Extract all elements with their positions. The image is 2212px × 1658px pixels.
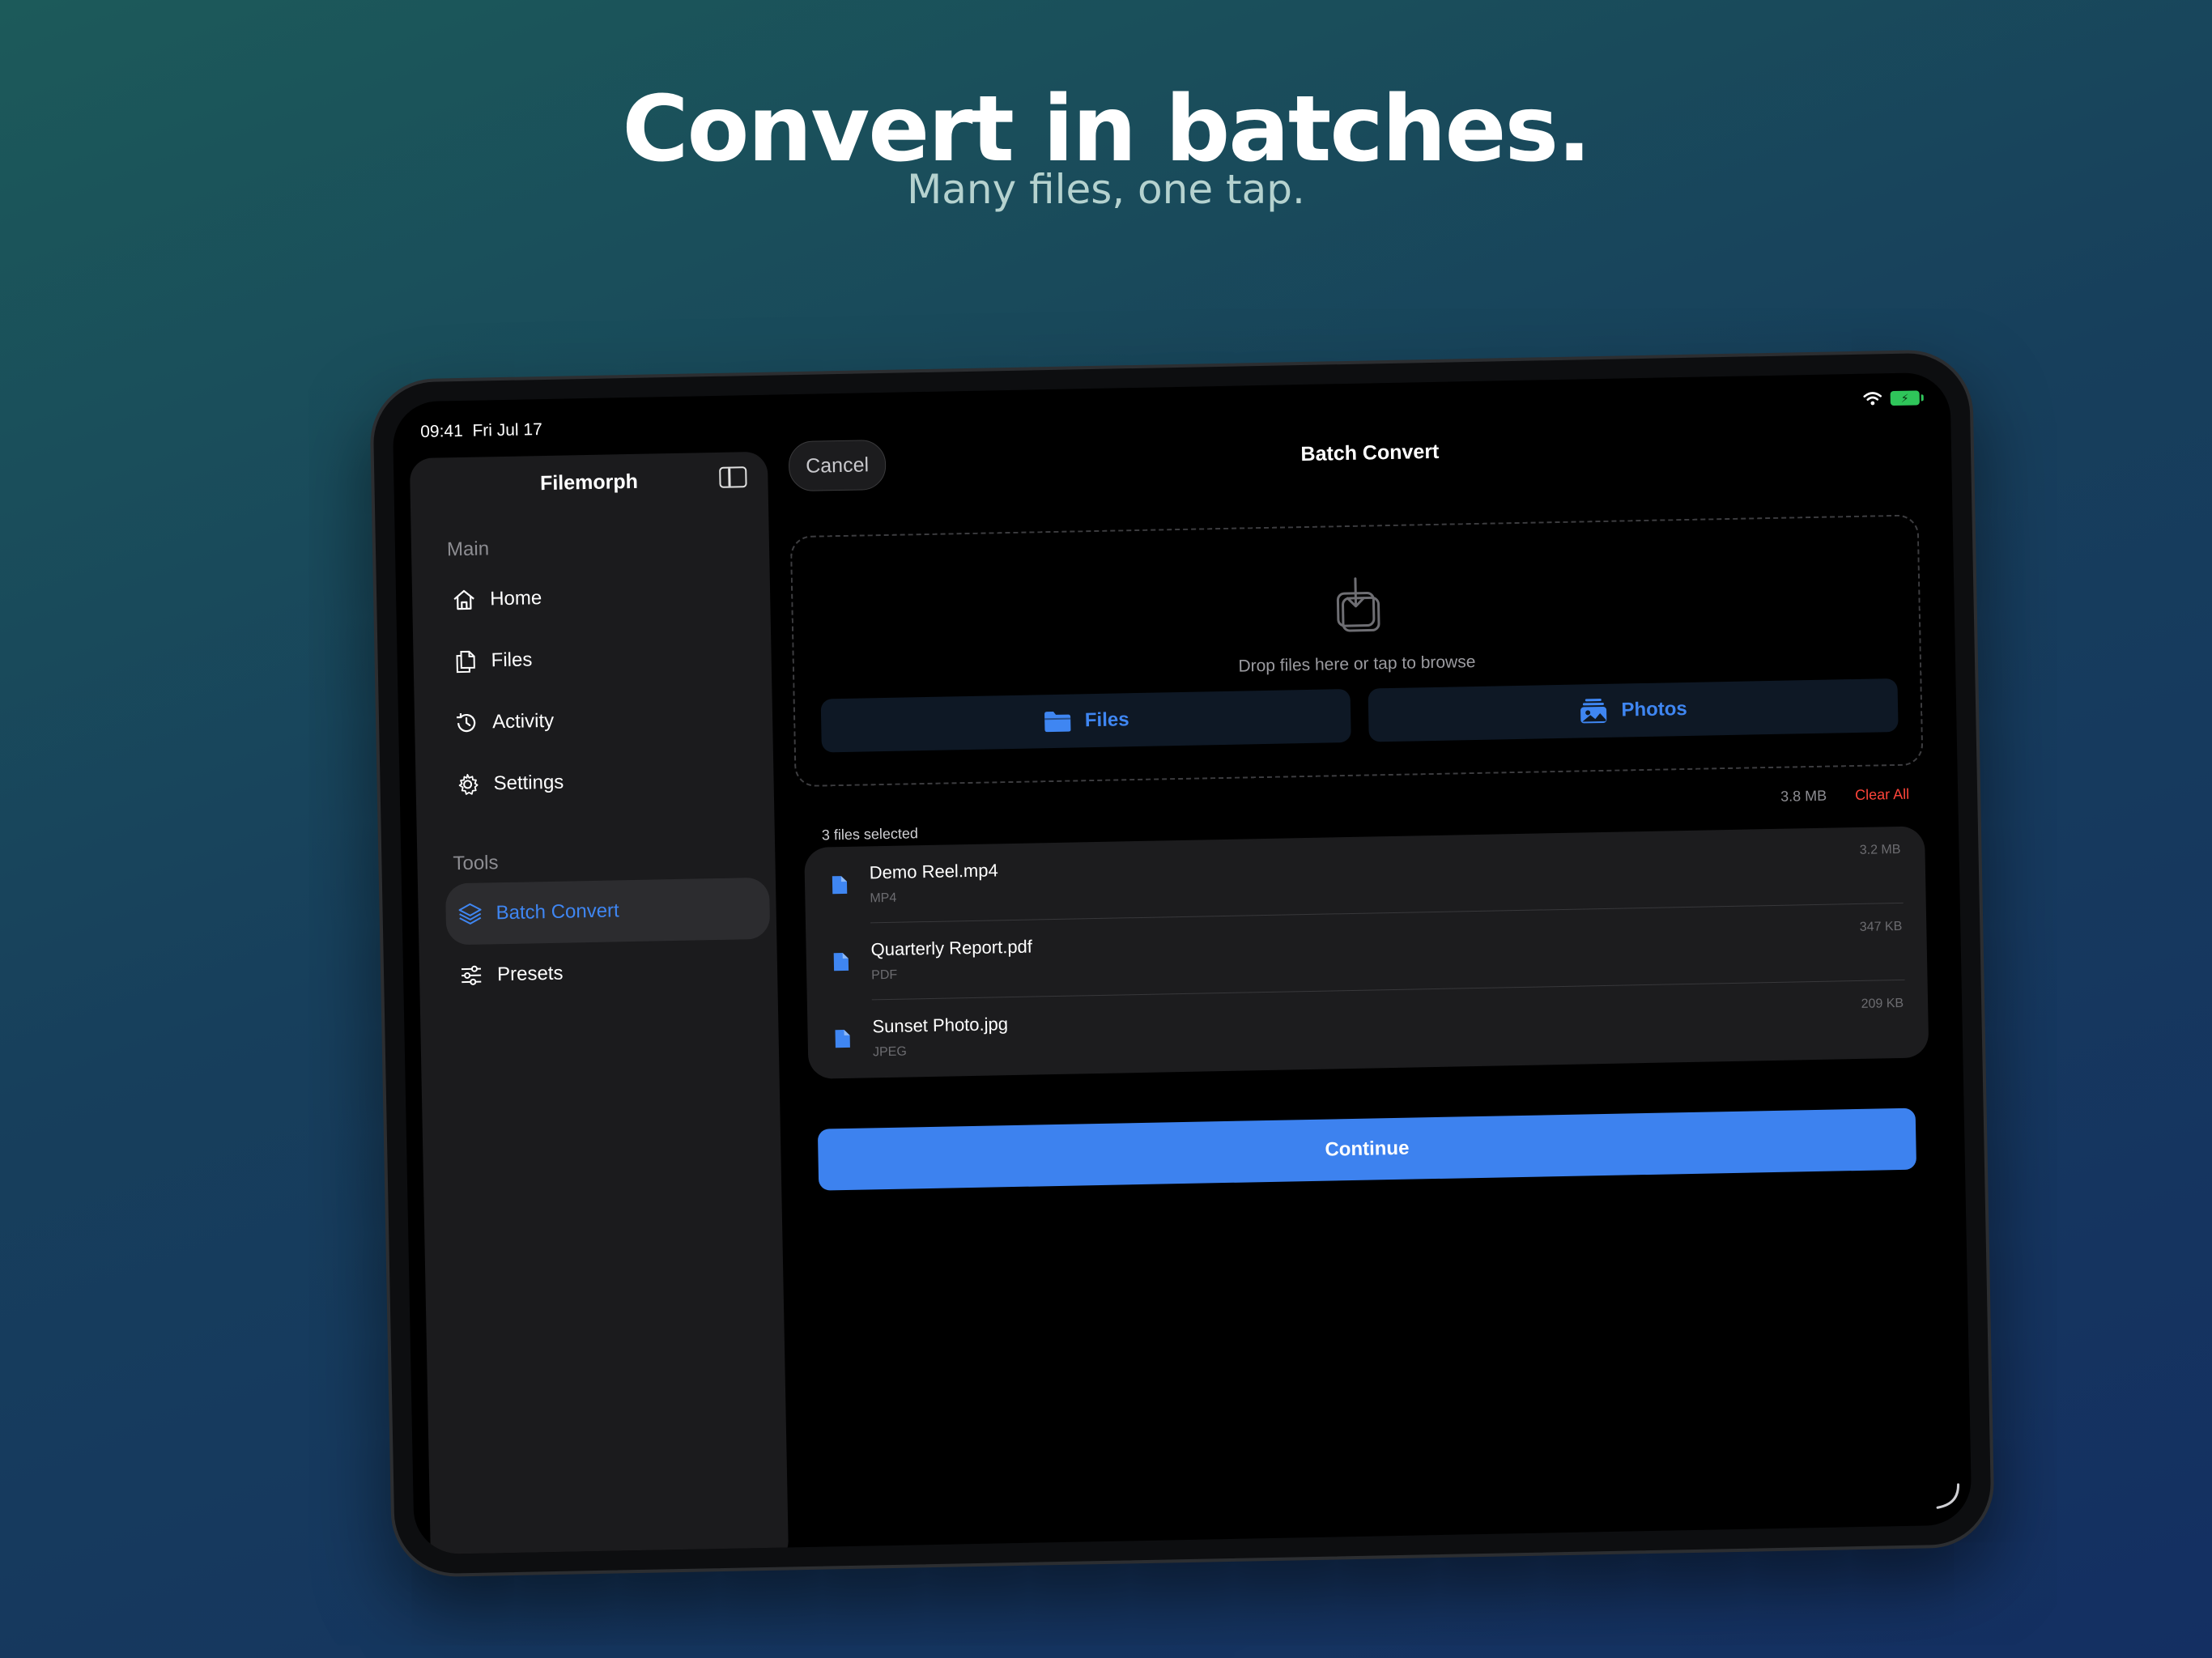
file-list: Demo Reel.mp4 MP4 3.2 MB Quarterly Repor…	[804, 826, 1929, 1079]
sidebar-title: Filemorph	[539, 470, 639, 495]
document-icon	[833, 953, 849, 971]
photos-button-label: Photos	[1621, 697, 1687, 721]
clock-history-icon	[452, 708, 482, 738]
sidebar-item-settings[interactable]: Settings	[443, 748, 768, 816]
sidebar-item-label: Presets	[496, 962, 564, 986]
files-source-button[interactable]: Files	[820, 688, 1351, 753]
clear-all-button[interactable]: Clear All	[1855, 786, 1909, 804]
status-bar-time: 09:41 Fri Jul 17	[420, 420, 542, 442]
sidebar-item-label: Activity	[491, 709, 555, 733]
file-type: JPEG	[872, 1044, 907, 1060]
sidebar-item-label: Home	[489, 587, 542, 610]
device-screen: 09:41 Fri Jul 17 ⚡ Filemorph Main Home F…	[392, 372, 1972, 1555]
selected-count: 3 files selected	[821, 825, 919, 844]
sidebar-item-presets[interactable]: Presets	[446, 939, 771, 1007]
marketing-subheadline: Many files, one tap.	[907, 166, 1305, 213]
sidebar-section-main: Main	[446, 538, 490, 561]
file-size: 3.2 MB	[1859, 842, 1901, 857]
documents-icon	[450, 647, 480, 677]
document-icon	[835, 1030, 850, 1048]
status-time: 09:41	[420, 421, 463, 441]
file-size: 209 KB	[1861, 996, 1904, 1011]
drop-zone-hint: Drop files here or tap to browse	[1238, 652, 1476, 676]
sidebar-item-label: Batch Convert	[496, 899, 619, 925]
folder-icon	[1044, 712, 1071, 733]
sidebar-item-home[interactable]: Home	[439, 563, 764, 631]
document-icon	[832, 876, 848, 895]
download-tray-icon	[1336, 577, 1380, 632]
sidebar-item-label: Settings	[493, 771, 564, 795]
page-title: Batch Convert	[1300, 440, 1440, 466]
status-date: Fri Jul 17	[472, 420, 543, 440]
file-size: 347 KB	[1859, 919, 1903, 934]
sidebar-item-files[interactable]: Files	[440, 625, 765, 693]
battery-charging-icon: ⚡	[1890, 390, 1920, 406]
screen-corner-indicator	[1936, 1483, 1960, 1509]
house-icon	[449, 585, 479, 615]
sidebar-toggle-icon[interactable]	[719, 466, 747, 488]
file-name: Demo Reel.mp4	[869, 860, 998, 883]
file-type: MP4	[870, 891, 897, 906]
files-button-label: Files	[1084, 708, 1129, 732]
continue-button[interactable]: Continue	[817, 1107, 1917, 1191]
sidebar-section-tools: Tools	[453, 852, 499, 875]
sidebar-item-activity[interactable]: Activity	[441, 687, 766, 755]
sliders-icon	[457, 961, 487, 991]
drop-zone[interactable]: Drop files here or tap to browse Files P…	[789, 514, 1924, 788]
photo-stack-icon	[1580, 699, 1607, 724]
status-icons: ⚡	[1863, 390, 1920, 406]
layers-icon	[455, 899, 485, 929]
file-type: PDF	[871, 967, 898, 983]
sidebar: Filemorph Main Home Files Activity Setti…	[409, 451, 789, 1555]
photos-source-button[interactable]: Photos	[1368, 678, 1899, 742]
file-name: Sunset Photo.jpg	[872, 1014, 1009, 1037]
wifi-icon	[1863, 392, 1882, 406]
file-name: Quarterly Report.pdf	[870, 936, 1033, 960]
sidebar-item-batch-convert[interactable]: Batch Convert	[445, 877, 771, 946]
gear-icon	[453, 770, 483, 800]
selected-total-size: 3.8 MB	[1780, 787, 1827, 805]
ipad-device: 09:41 Fri Jul 17 ⚡ Filemorph Main Home F…	[368, 349, 1996, 1578]
sidebar-item-label: Files	[491, 648, 533, 672]
